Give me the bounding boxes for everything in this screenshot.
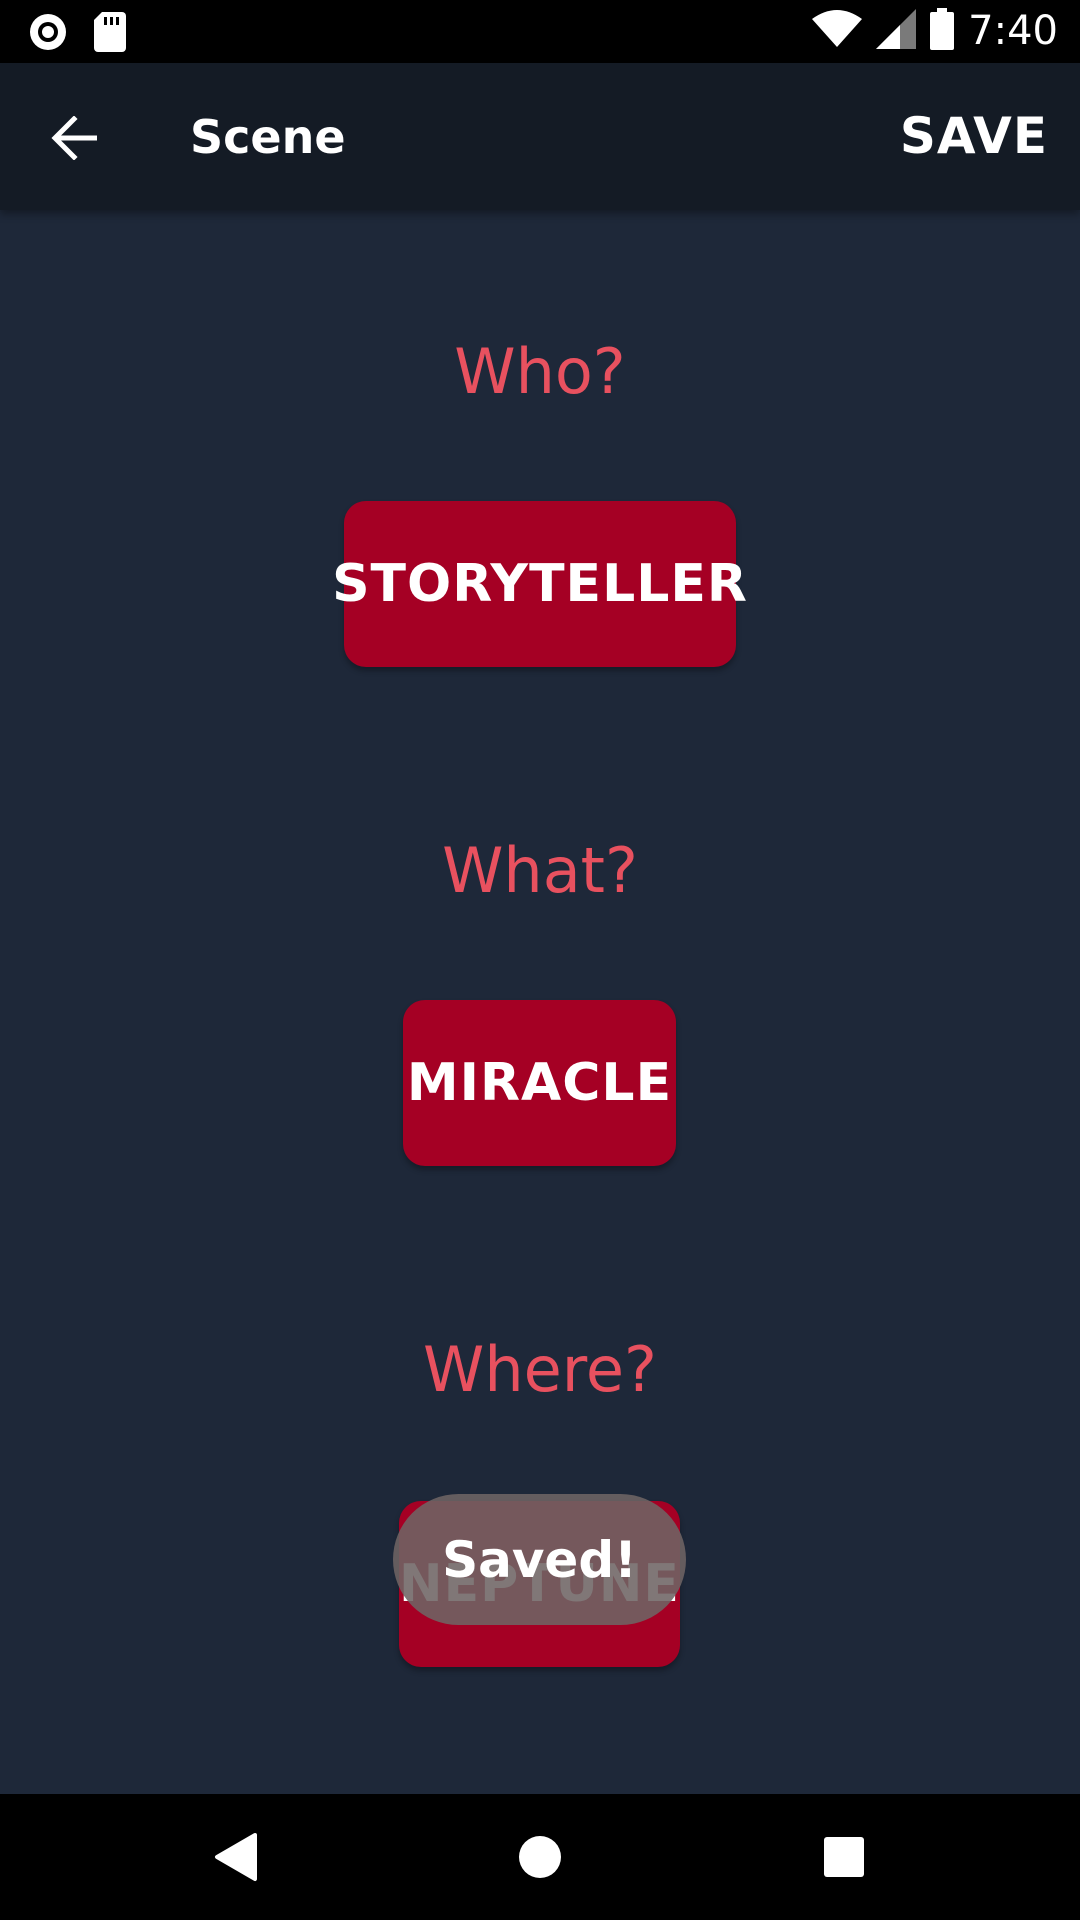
status-bar: 7:40 xyxy=(0,0,1080,63)
answer-button-who[interactable]: STORYTELLER xyxy=(332,501,747,667)
save-button[interactable]: SAVE xyxy=(900,103,1048,169)
status-time: 7:40 xyxy=(968,8,1058,54)
page-title: Scene xyxy=(190,110,346,164)
question-where: Where? xyxy=(423,1333,657,1406)
question-who: Who? xyxy=(454,335,626,408)
signal-icon xyxy=(876,9,917,53)
sd-card-icon xyxy=(94,12,126,56)
back-button[interactable] xyxy=(40,103,110,173)
answer-button-what[interactable]: MIRACLE xyxy=(403,1000,676,1166)
app-bar: Scene SAVE xyxy=(0,63,1080,210)
battery-icon xyxy=(930,8,955,54)
saved-toast: Saved! xyxy=(393,1494,686,1625)
nav-recents-button[interactable] xyxy=(811,1824,877,1890)
arrow-left-icon xyxy=(51,116,97,160)
system-nav-bar xyxy=(0,1794,1080,1920)
home-circle-icon xyxy=(519,1836,561,1878)
back-triangle-icon xyxy=(215,1833,257,1881)
record-icon xyxy=(28,12,68,56)
status-left-icons xyxy=(28,12,126,56)
recents-square-icon xyxy=(824,1837,864,1877)
status-right-icons: 7:40 xyxy=(812,8,1058,54)
nav-back-button[interactable] xyxy=(203,1824,269,1890)
nav-home-button[interactable] xyxy=(507,1824,573,1890)
question-what: What? xyxy=(442,834,638,907)
wifi-icon xyxy=(812,9,863,53)
